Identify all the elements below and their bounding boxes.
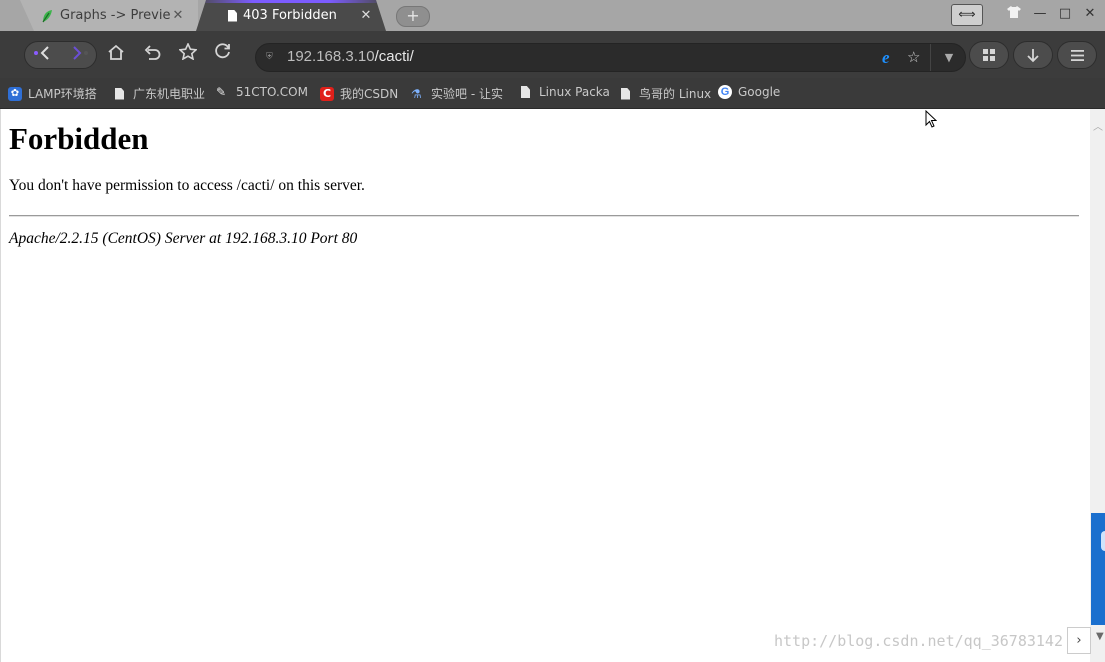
undo-close-button[interactable]	[137, 42, 167, 68]
page-icon	[228, 10, 237, 22]
home-button[interactable]	[101, 42, 131, 68]
page-icon	[621, 87, 630, 100]
url-path: /cacti/	[374, 48, 414, 65]
address-bar[interactable]: ⛨ 192.168.3.10/cacti/ e ☆ ▼	[255, 43, 966, 72]
page-icon	[521, 86, 530, 98]
tab-title: 403 Forbidden	[243, 8, 337, 23]
shiyanba-icon: ⚗	[411, 86, 422, 101]
51cto-icon: ✎	[216, 85, 227, 99]
download-icon	[1027, 49, 1039, 63]
bookmark-vbird-linux[interactable]: 鸟哥的 Linux	[621, 85, 711, 102]
page-content: Forbidden You don't have permission to a…	[0, 109, 1090, 662]
bookmarks-bar: ✿ LAMP环境搭 广东机电职业 ✎ 51CTO.COM C 我的CSDN ⚗ …	[0, 78, 1105, 109]
refresh-icon	[215, 43, 230, 59]
menu-button[interactable]	[1057, 41, 1097, 69]
bookmark-label: 51CTO.COM	[236, 85, 308, 99]
close-tab-icon[interactable]: ✕	[170, 8, 186, 23]
bookmark-label: Google	[738, 85, 781, 99]
refresh-button[interactable]	[208, 42, 238, 68]
csdn-icon: C	[320, 86, 334, 101]
security-shield-icon: ⛨	[266, 52, 273, 62]
bookmark-linux-packages[interactable]: Linux Packa	[521, 85, 610, 99]
ie-mode-icon[interactable]: e	[882, 49, 890, 66]
bookmark-lamp[interactable]: ✿ LAMP环境搭	[8, 85, 97, 102]
apps-button[interactable]	[969, 41, 1009, 69]
bookmark-label: 广东机电职业	[133, 87, 206, 101]
undo-icon	[144, 45, 161, 60]
bookmark-label: Linux Packa	[539, 85, 610, 99]
bookmark-google[interactable]: G Google	[718, 85, 780, 99]
page-icon	[115, 87, 124, 100]
downloads-button[interactable]	[1013, 41, 1053, 69]
forward-arrow-icon	[73, 46, 88, 60]
chevron-right-icon[interactable]: ›	[1067, 627, 1091, 654]
bookmark-gdmec[interactable]: 广东机电职业	[115, 85, 205, 102]
divider	[9, 215, 1079, 217]
tab-strip: Graphs -> Preview ✕ 403 Forbidden ✕ + ⟺ …	[0, 0, 1105, 31]
bookmark-51cto[interactable]: ✎ 51CTO.COM	[216, 85, 308, 99]
bookmark-shiyanba[interactable]: ⚗ 实验吧 - 让实	[411, 85, 503, 102]
bookmark-label: 实验吧 - 让实	[431, 87, 503, 101]
google-icon: G	[718, 85, 732, 99]
scroll-down-icon[interactable]: ▼	[1096, 631, 1104, 642]
hamburger-icon	[1071, 50, 1084, 61]
watermark-text: http://blog.csdn.net/qq_36783142	[774, 632, 1063, 650]
resize-icon[interactable]: ⟺	[951, 4, 983, 26]
error-message: You don't have permission to access /cac…	[9, 177, 365, 194]
close-window-button[interactable]: ✕	[1081, 6, 1099, 22]
bookmark-label: LAMP环境搭	[28, 87, 97, 101]
server-signature: Apache/2.2.15 (CentOS) Server at 192.168…	[9, 230, 358, 247]
close-tab-icon[interactable]: ✕	[358, 8, 374, 23]
tab-graphs-preview[interactable]: Graphs -> Preview ✕	[20, 0, 198, 31]
forward-button[interactable]	[66, 42, 96, 68]
side-panel-tab[interactable]	[1091, 513, 1105, 625]
url-host: 192.168.3.10	[287, 48, 375, 65]
skin-shirt-icon[interactable]	[1005, 6, 1023, 23]
tab-title: Graphs -> Preview	[60, 8, 170, 23]
maximize-button[interactable]: □	[1056, 6, 1074, 22]
favorites-button[interactable]	[173, 42, 203, 68]
new-tab-button[interactable]: +	[396, 6, 430, 27]
cacti-leaf-icon	[42, 9, 52, 22]
back-button[interactable]	[28, 42, 58, 68]
bookmark-label: 鸟哥的 Linux	[639, 87, 712, 101]
minimize-button[interactable]: —	[1031, 6, 1049, 22]
bookmark-csdn[interactable]: C 我的CSDN	[320, 85, 398, 102]
tab-403-forbidden[interactable]: 403 Forbidden ✕	[196, 0, 386, 31]
bookmark-label: 我的CSDN	[340, 87, 399, 101]
bookmark-star-icon[interactable]: ☆	[907, 48, 920, 66]
star-icon	[178, 42, 198, 61]
mouse-cursor-icon	[925, 110, 937, 128]
page-heading: Forbidden	[9, 121, 149, 156]
scroll-up-icon[interactable]: ︿	[1093, 118, 1103, 133]
url-text[interactable]: 192.168.3.10/cacti/	[287, 48, 414, 65]
chevron-down-icon[interactable]: ▼	[930, 44, 967, 71]
home-icon	[108, 44, 124, 60]
lamp-site-icon: ✿	[8, 86, 22, 101]
grid-icon	[983, 49, 995, 61]
back-arrow-icon	[34, 46, 49, 60]
navigation-bar: ⛨ 192.168.3.10/cacti/ e ☆ ▼	[0, 31, 1105, 78]
